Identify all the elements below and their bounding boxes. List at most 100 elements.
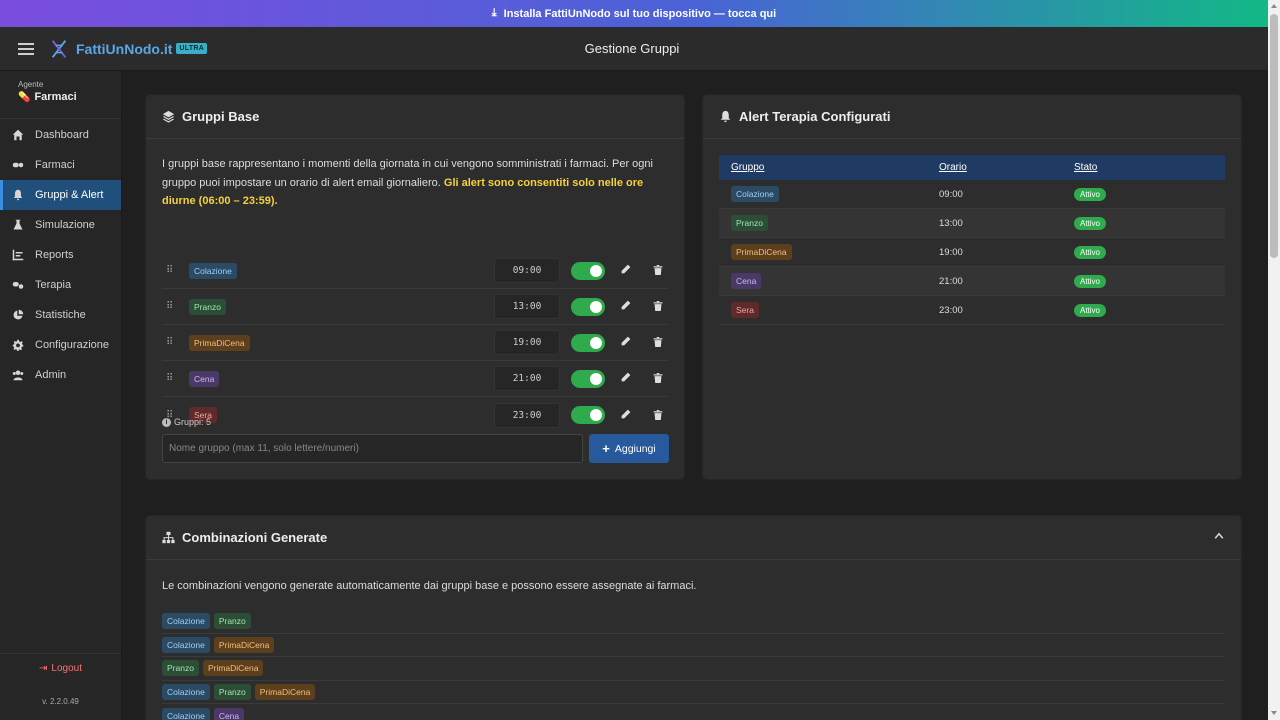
- sidebar-item-dashboard[interactable]: Dashboard: [0, 120, 121, 150]
- plus-icon: +: [602, 441, 610, 456]
- sidebar-item-terapia[interactable]: Terapia: [0, 270, 121, 300]
- sidebar-item-label: Statistiche: [35, 309, 86, 321]
- sidebar-item-label: Simulazione: [35, 219, 95, 231]
- logo[interactable]: FattiUnNodo.it ULTRA: [48, 38, 208, 60]
- sitemap-icon: [162, 531, 175, 544]
- alert-time: 09:00: [939, 188, 963, 200]
- alerts-title: Alert Terapia Configurati: [739, 109, 891, 124]
- drag-handle-icon[interactable]: ⠿: [166, 337, 174, 348]
- install-banner-text: Installa FattiUnNodo sul tuo dispositivo…: [503, 7, 777, 20]
- chevron-up-icon[interactable]: [1213, 530, 1225, 545]
- sidebar-item-reports[interactable]: Reports: [0, 240, 121, 270]
- scroll-up-icon[interactable]: [1271, 4, 1277, 8]
- new-group-input[interactable]: [162, 434, 583, 463]
- trash-icon[interactable]: [653, 263, 663, 278]
- trash-icon[interactable]: [653, 299, 663, 314]
- group-tag: Colazione: [162, 613, 210, 630]
- group-row: ⠿ Cena 21:00: [162, 361, 668, 397]
- capsules-icon: [11, 278, 25, 292]
- download-icon: ⤓: [491, 7, 497, 19]
- scrollbar-thumb[interactable]: [1270, 14, 1278, 258]
- sidebar-item-label: Configurazione: [35, 339, 109, 351]
- group-tag: Pranzo: [731, 215, 768, 231]
- time-input[interactable]: 19:00: [494, 330, 560, 355]
- edit-icon[interactable]: [621, 336, 631, 349]
- add-group-button[interactable]: + Aggiungi: [589, 434, 669, 463]
- base-groups-title: Gruppi Base: [182, 109, 260, 124]
- install-banner[interactable]: ⤓ Installa FattiUnNodo sul tuo dispositi…: [0, 0, 1268, 27]
- group-tag: Pranzo: [162, 660, 199, 677]
- combinations-card: Combinazioni Generate Le combinazioni ve…: [145, 515, 1242, 720]
- status-badge: Attivo: [1074, 187, 1107, 201]
- alert-time: 21:00: [939, 275, 963, 287]
- time-input[interactable]: 23:00: [494, 402, 560, 428]
- add-group-label: Aggiungi: [614, 442, 656, 455]
- group-tag: Colazione: [162, 684, 210, 701]
- group-row: ⠿ Sera 23:00: [162, 397, 668, 433]
- edit-icon[interactable]: [621, 409, 631, 422]
- sidebar-item-gruppi-alert[interactable]: Gruppi & Alert: [0, 180, 121, 210]
- table-row: PrimaDiCena 19:00 Attivo: [719, 238, 1225, 267]
- menu-icon[interactable]: [18, 40, 34, 58]
- group-tag: PrimaDiCena: [213, 636, 275, 653]
- alert-toggle[interactable]: [571, 297, 605, 316]
- edit-icon[interactable]: [621, 372, 631, 385]
- alert-toggle[interactable]: [571, 369, 605, 388]
- sidebar-nav: Dashboard Farmaci Gruppi & Alert Simulaz…: [0, 120, 121, 390]
- agent-name: 💊 Farmaci: [18, 91, 121, 103]
- sidebar-item-statistiche[interactable]: Statistiche: [0, 300, 121, 330]
- time-input[interactable]: 09:00: [494, 258, 560, 283]
- trash-icon[interactable]: [653, 408, 663, 423]
- group-tag: Pranzo: [189, 298, 226, 315]
- group-tag: Cena: [731, 273, 762, 289]
- combination-row: Colazione Cena: [162, 704, 1225, 720]
- pill-icon: 💊: [18, 91, 31, 103]
- alerts-table: Gruppo Orario Stato Colazione 09:00 Atti…: [719, 155, 1225, 325]
- group-tag: Cena: [213, 707, 245, 720]
- group-tag: Cena: [189, 370, 220, 387]
- logout-icon: ⇥: [39, 663, 48, 674]
- trash-icon[interactable]: [653, 371, 663, 386]
- base-groups-description: I gruppi base rappresentano i momenti de…: [146, 139, 684, 253]
- combination-row: Pranzo PrimaDiCena: [162, 657, 1225, 681]
- sidebar-item-label: Admin: [35, 369, 67, 381]
- bell-icon: [11, 188, 25, 202]
- group-tag: PrimaDiCena: [189, 334, 250, 351]
- group-tag: Colazione: [731, 186, 779, 202]
- drag-handle-icon[interactable]: ⠿: [166, 373, 174, 384]
- sidebar-item-farmaci[interactable]: Farmaci: [0, 150, 121, 180]
- edit-icon[interactable]: [621, 264, 631, 277]
- drag-handle-icon[interactable]: ⠿: [166, 265, 174, 276]
- time-input[interactable]: 21:00: [494, 366, 560, 391]
- logout-label: Logout: [51, 663, 82, 674]
- top-bar: FattiUnNodo.it ULTRA Gestione Gruppi: [0, 27, 1268, 71]
- status-badge: Attivo: [1074, 303, 1107, 317]
- table-row: Cena 21:00 Attivo: [719, 267, 1225, 296]
- group-tag: PrimaDiCena: [202, 660, 264, 677]
- group-row: ⠿ PrimaDiCena 19:00: [162, 325, 668, 361]
- scroll-down-icon[interactable]: [1271, 711, 1277, 715]
- drag-handle-icon[interactable]: ⠿: [166, 301, 174, 312]
- scrollbar[interactable]: [1268, 0, 1280, 720]
- time-input[interactable]: 13:00: [494, 294, 560, 319]
- sidebar-item-simulazione[interactable]: Simulazione: [0, 210, 121, 240]
- app-version: v. 2.2.0.49: [42, 697, 79, 706]
- alert-toggle[interactable]: [571, 406, 605, 424]
- edit-icon[interactable]: [621, 300, 631, 313]
- layers-icon: [162, 110, 175, 123]
- sidebar-item-configurazione[interactable]: Configurazione: [0, 330, 121, 360]
- column-header-gruppo[interactable]: Gruppo: [719, 162, 939, 173]
- group-tag: Pranzo: [213, 613, 251, 630]
- sidebar-item-label: Terapia: [35, 279, 72, 291]
- trash-icon[interactable]: [653, 335, 663, 350]
- alert-toggle[interactable]: [571, 261, 605, 280]
- pie-chart-icon: [11, 308, 25, 322]
- home-icon: [11, 128, 25, 142]
- column-header-stato[interactable]: Stato: [1074, 162, 1224, 173]
- combination-row: Colazione Pranzo: [162, 610, 1225, 634]
- logout-button[interactable]: ⇥ Logout: [0, 653, 121, 683]
- alert-toggle[interactable]: [571, 333, 605, 352]
- column-header-orario[interactable]: Orario: [939, 162, 1074, 173]
- combinations-description: Le combinazioni vengono generate automat…: [162, 580, 697, 592]
- sidebar-item-admin[interactable]: Admin: [0, 360, 121, 390]
